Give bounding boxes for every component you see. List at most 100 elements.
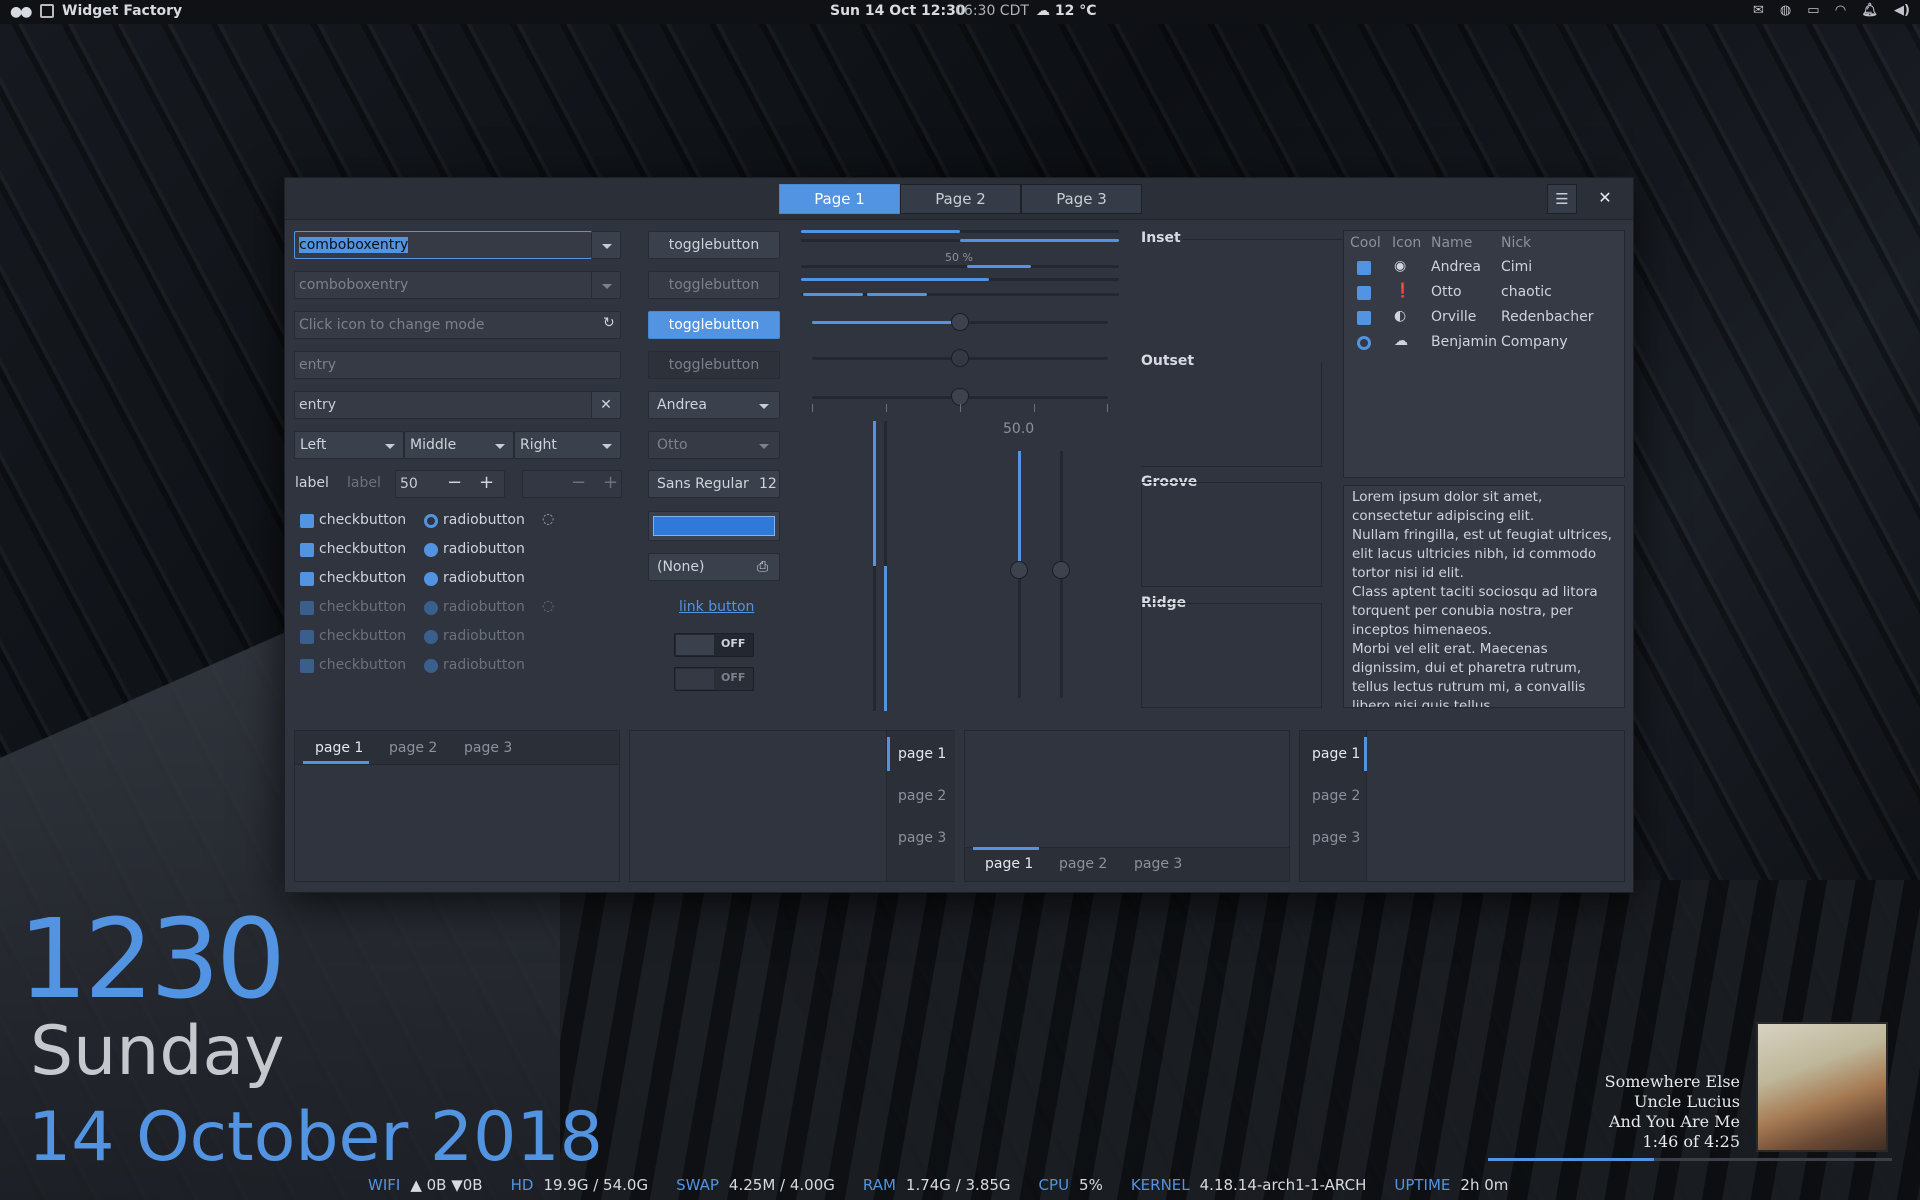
link-button[interactable]: link button	[679, 599, 754, 615]
checkbutton-label: checkbutton	[319, 541, 407, 557]
radio-checked[interactable]	[424, 514, 438, 528]
active-tab-indicator	[973, 847, 1039, 850]
wifi-icon[interactable]: ◠	[1836, 3, 1846, 18]
row-nick[interactable]: Redenbacher	[1501, 309, 1594, 325]
checkbox-inconsistent[interactable]	[300, 572, 314, 586]
moon-icon: ◐	[1394, 308, 1407, 324]
row-checkbox[interactable]	[1357, 311, 1371, 325]
music-progress	[1488, 1158, 1892, 1161]
volume-icon[interactable]: ◀)	[1894, 3, 1910, 18]
notebook-tab-page-3[interactable]: page 3	[1312, 830, 1360, 846]
column-header-name[interactable]: Name	[1431, 235, 1472, 251]
tick-mark	[1034, 404, 1035, 412]
checkbox-checked[interactable]	[300, 514, 314, 528]
color-button[interactable]	[648, 511, 780, 541]
radio-checked-disabled	[424, 601, 438, 615]
panel-clock[interactable]: Sun 14 Oct 12:30	[830, 3, 966, 19]
entry-field-2[interactable]: entry	[294, 391, 592, 419]
combo-1-dropdown[interactable]	[591, 231, 621, 259]
combo-middle[interactable]: Middle	[404, 431, 514, 459]
plus-icon[interactable]: +	[479, 472, 494, 493]
music-progress-fill	[1488, 1158, 1654, 1161]
row-nick[interactable]: Cimi	[1501, 259, 1532, 275]
warning-icon: ❗	[1394, 283, 1412, 299]
combo-andrea[interactable]: Andrea	[648, 391, 780, 419]
bell-icon[interactable]: 🔔︎	[1862, 3, 1879, 18]
combo-right[interactable]: Right	[514, 431, 621, 459]
stat-value: 4.18.14-arch1-1-ARCH	[1199, 1176, 1367, 1194]
column-header-icon[interactable]: Icon	[1392, 235, 1421, 251]
notebook-tab-page-1[interactable]: page 1	[315, 740, 363, 756]
tab-page-1[interactable]: Page 1	[779, 184, 900, 214]
radiobutton-label: radiobutton	[443, 657, 525, 673]
combo-2-dropdown[interactable]	[591, 271, 621, 299]
column-header-cool[interactable]: Cool	[1350, 235, 1381, 251]
notebook-tab-page-3[interactable]: page 3	[898, 830, 946, 846]
notebook-tab-page-2[interactable]: page 2	[389, 740, 437, 756]
row-name[interactable]: Otto	[1431, 284, 1462, 300]
comboboxentry-2[interactable]: comboboxentry	[294, 271, 592, 299]
row-checkbox[interactable]	[1357, 286, 1371, 300]
togglebutton-2: togglebutton	[648, 271, 780, 299]
emblem-icon: ◉	[1394, 258, 1407, 274]
notebook-tab-page-3[interactable]: page 3	[1134, 856, 1182, 872]
stat-key: HD	[510, 1176, 534, 1194]
chat-icon[interactable]: ◍	[1780, 3, 1791, 18]
file-chooser-button[interactable]: (None) ⎙	[648, 553, 780, 581]
row-name[interactable]: Andrea	[1431, 259, 1481, 275]
togglebutton-1[interactable]: togglebutton	[648, 231, 780, 259]
notebook-tab-page-2[interactable]: page 2	[1312, 788, 1360, 804]
tick-mark	[812, 404, 813, 412]
checkbox-unchecked[interactable]	[300, 543, 314, 557]
tick-mark	[1107, 404, 1108, 412]
radiobutton-label: radiobutton	[443, 541, 525, 557]
row-radio[interactable]	[1357, 336, 1371, 350]
row-checkbox[interactable]	[1357, 261, 1371, 275]
comboboxentry-1[interactable]: comboboxentry	[294, 231, 592, 259]
row-nick[interactable]: chaotic	[1501, 284, 1552, 300]
radio-inconsistent[interactable]	[424, 572, 438, 586]
row-name[interactable]: Orville	[1431, 309, 1476, 325]
font-button[interactable]: Sans Regular 12	[648, 470, 780, 498]
minus-icon[interactable]: −	[447, 472, 462, 493]
activities-icon[interactable]: ●●	[10, 4, 32, 20]
row-nick[interactable]: Company	[1501, 334, 1568, 350]
hamburger-menu-icon[interactable]: ☰	[1547, 184, 1577, 214]
checkbutton-label: checkbutton	[319, 628, 407, 644]
mode-entry[interactable]: Click icon to change mode	[294, 311, 621, 339]
entry-field[interactable]: entry	[294, 351, 621, 379]
weather[interactable]: ☁ 12 °C	[1036, 3, 1097, 19]
album-art	[1756, 1022, 1888, 1152]
clear-icon[interactable]: ✕	[591, 391, 621, 419]
tick-mark	[886, 404, 887, 412]
column-header-nick[interactable]: Nick	[1501, 235, 1531, 251]
display-icon[interactable]: ▭	[1807, 3, 1819, 18]
notebook-tab-page-2[interactable]: page 2	[1059, 856, 1107, 872]
tab-page-2[interactable]: Page 2	[900, 184, 1021, 214]
vscale-2-knob[interactable]	[1052, 561, 1070, 579]
hscale-1-knob[interactable]	[951, 313, 969, 331]
hscale-1-fill	[812, 321, 960, 324]
switch-1[interactable]: OFF	[674, 633, 754, 657]
text-view[interactable]: Lorem ipsum dolor sit amet, consectetur …	[1343, 485, 1625, 708]
combo-left[interactable]: Left	[294, 431, 404, 459]
notebook-tab-page-1[interactable]: page 1	[1312, 746, 1360, 762]
togglebutton-3[interactable]: togglebutton	[648, 311, 780, 339]
track-time: 1:46 of 4:25	[1642, 1132, 1740, 1151]
mail-icon[interactable]: ✉	[1753, 3, 1764, 18]
row-name[interactable]: Benjamin	[1431, 334, 1497, 350]
close-icon[interactable]: ✕	[1590, 184, 1620, 214]
open-file-icon: ⎙	[757, 559, 769, 575]
notebook-tab-page-1[interactable]: page 1	[985, 856, 1033, 872]
notebook-tab-page-1[interactable]: page 1	[898, 746, 946, 762]
desktop-clock: 1230	[18, 895, 286, 1023]
vscale-1-knob[interactable]	[1010, 561, 1028, 579]
app-name[interactable]: Widget Factory	[62, 3, 182, 19]
refresh-icon[interactable]: ↻	[603, 315, 615, 331]
notebook-tab-page-3[interactable]: page 3	[464, 740, 512, 756]
system-tray: ✉ ◍ ▭ ◠ 🔔︎ ◀)	[1753, 3, 1910, 18]
notebook-tab-page-2[interactable]: page 2	[898, 788, 946, 804]
tab-page-3[interactable]: Page 3	[1021, 184, 1142, 214]
radio-unchecked[interactable]	[424, 543, 438, 557]
track-title: Somewhere Else	[1604, 1072, 1740, 1091]
